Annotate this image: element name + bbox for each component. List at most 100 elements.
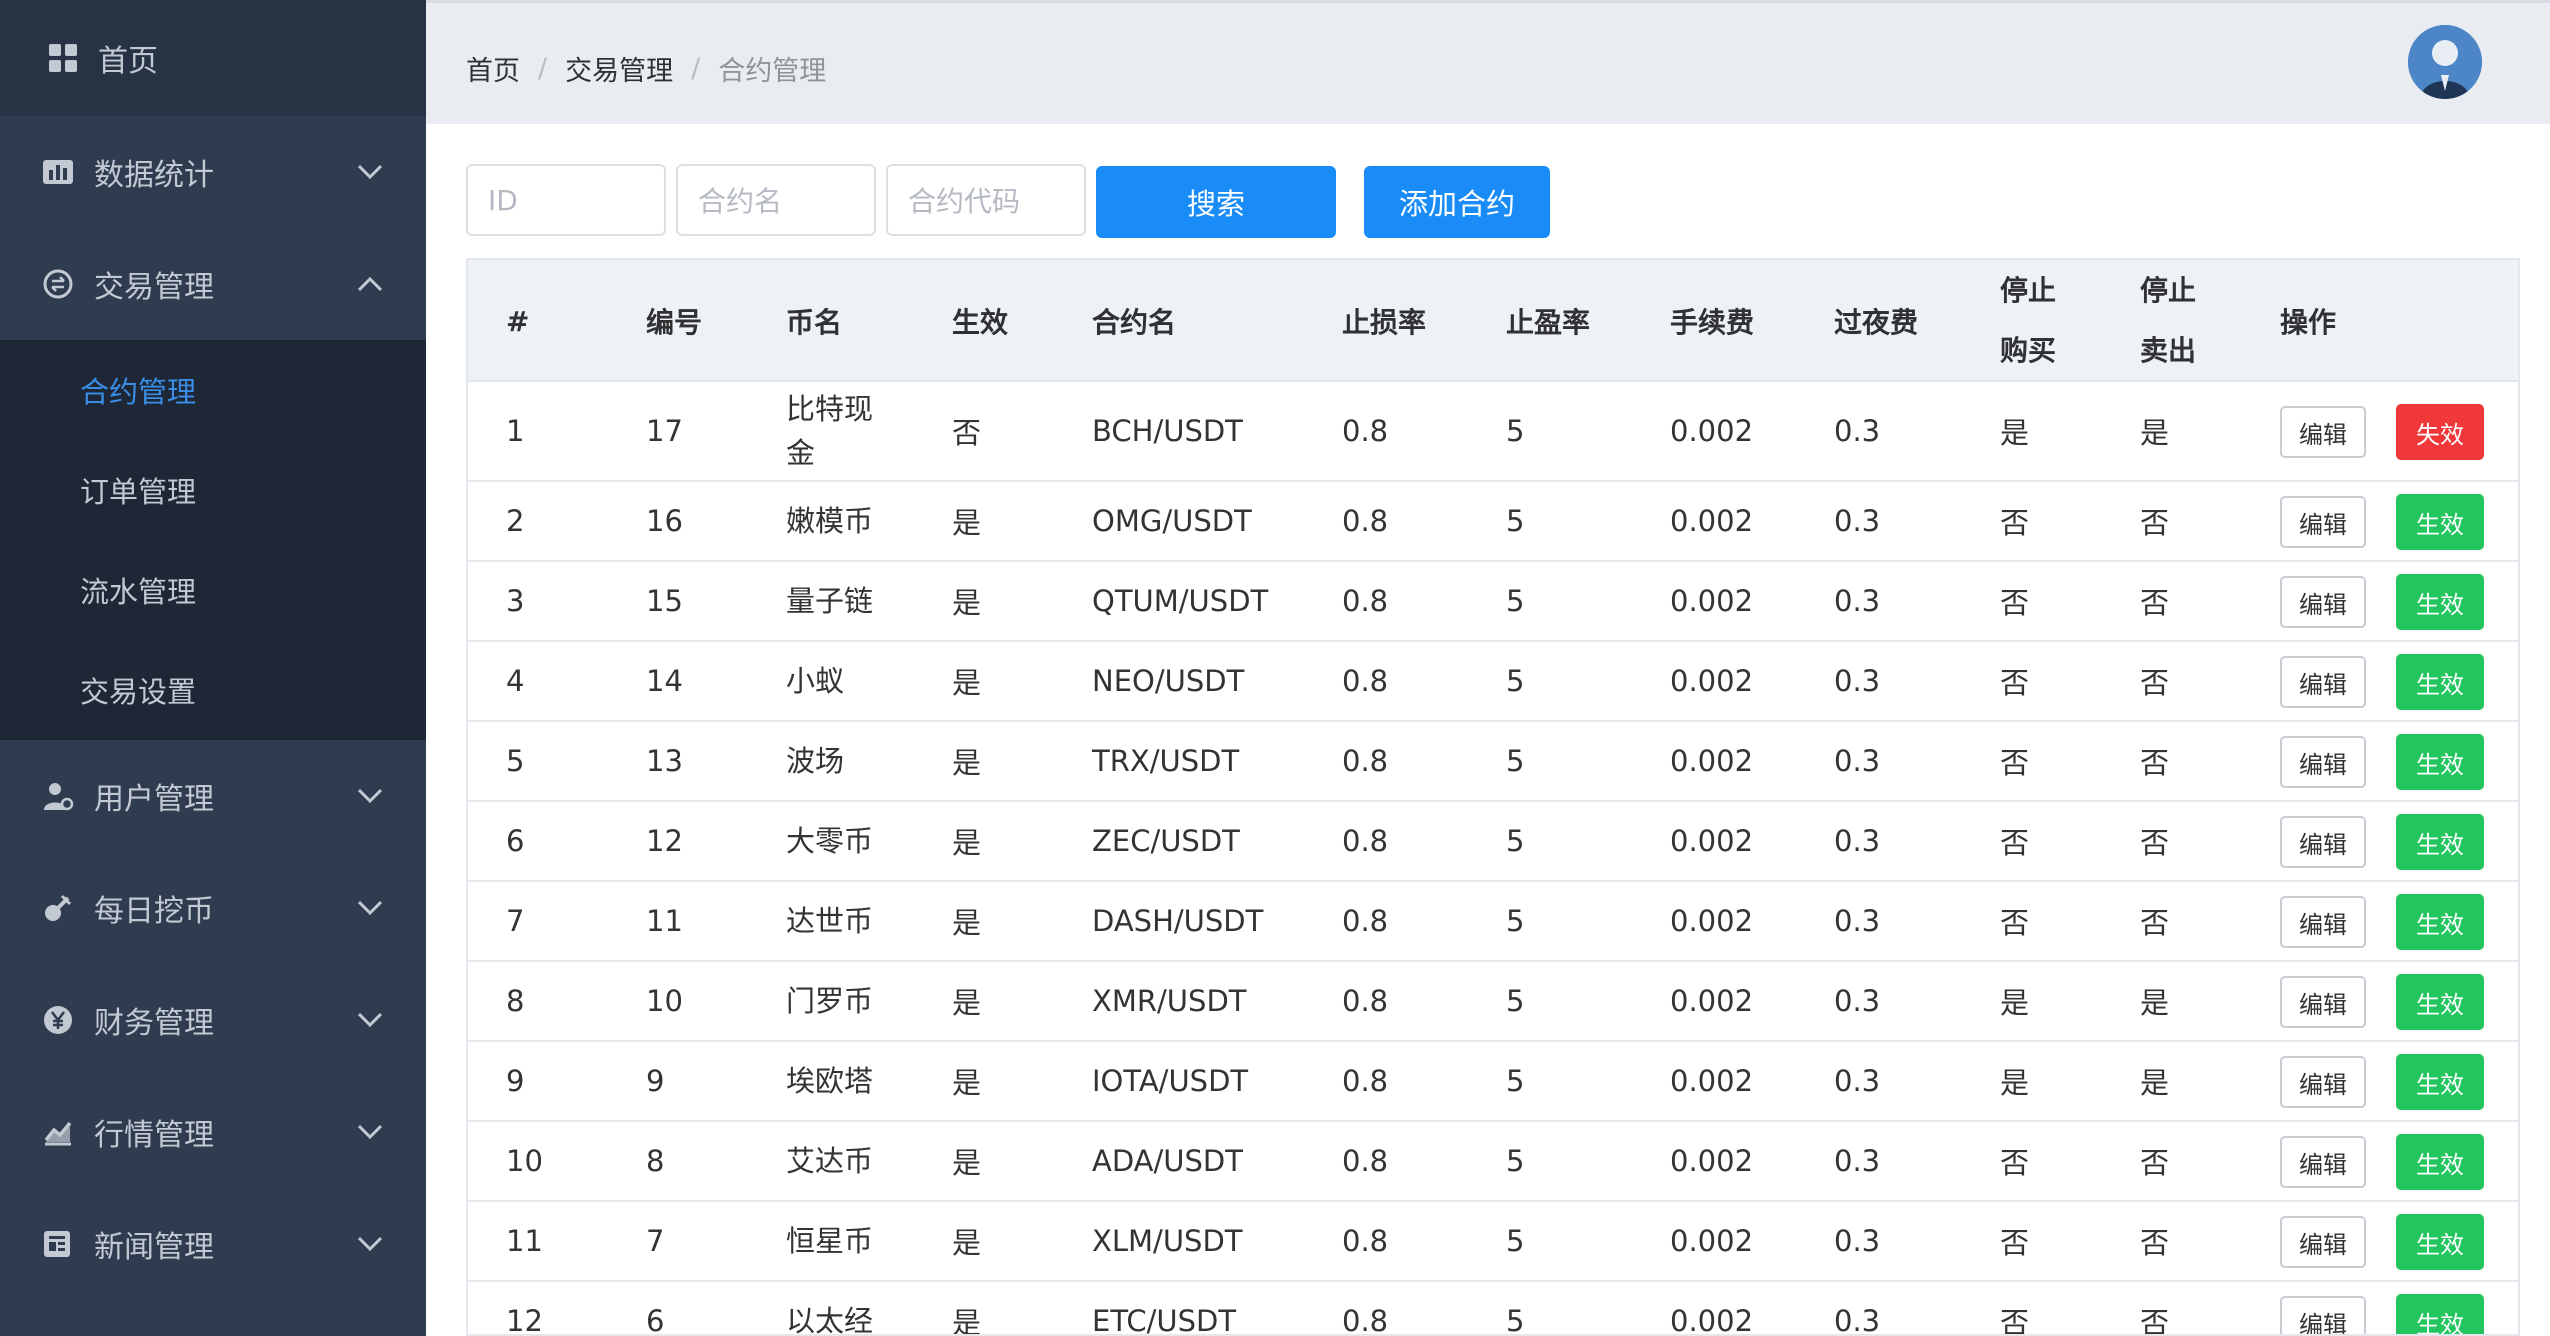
col-header-takeprofit: 止盈率 [1506,306,1591,339]
cell-contract: QTUM/USDT [1092,584,1269,618]
cell-coin: 量子链 [786,562,896,640]
cell-overnight: 0.3 [1834,1064,1881,1098]
sidebar-item-news[interactable]: 新闻管理 [0,1188,426,1300]
edit-button[interactable]: 编辑 [2280,496,2366,548]
contract-name-input[interactable]: 合约名 [676,164,876,236]
status-toggle-button[interactable]: 生效 [2396,1054,2484,1110]
cell-fee: 0.002 [1670,504,1754,538]
status-toggle-button[interactable]: 生效 [2396,1214,2484,1270]
status-toggle-button[interactable]: 生效 [2396,974,2484,1030]
cell-fee: 0.002 [1670,1064,1754,1098]
cell-takeprofit: 5 [1506,504,1525,538]
cell-index: 8 [506,984,525,1018]
status-toggle-button[interactable]: 生效 [2396,1294,2484,1334]
status-toggle-button[interactable]: 失效 [2396,404,2484,460]
status-toggle-button[interactable]: 生效 [2396,654,2484,710]
cell-stop-buy: 否 [2000,826,2030,860]
status-toggle-button[interactable]: 生效 [2396,574,2484,630]
cell-overnight: 0.3 [1834,1224,1881,1258]
add-contract-button[interactable]: 添加合约 [1364,166,1550,238]
cell-coin-line1: 艾达币 [786,1144,874,1178]
cell-stop-buy: 否 [2000,746,2030,780]
edit-button[interactable]: 编辑 [2280,656,2366,708]
col-header-coin: 币名 [786,306,843,339]
table-row: 6 12 是 ZEC/USDT 0.8 5 0.002 0.3 否 否 大零币 编辑 生效 [468,802,2518,882]
table-row: 11 7 是 XLM/USDT 0.8 5 0.002 0.3 否 否 恒星币 编辑 生效 [468,1202,2518,1282]
sidebar-item-stats[interactable]: 数据统计 [0,116,426,228]
cell-fee: 0.002 [1670,744,1754,778]
cell-coin-line1: 嫩模币 [786,504,874,538]
sidebar-item-users[interactable]: 用户管理 [0,740,426,852]
cell-index: 6 [506,824,525,858]
col-header-number: 编号 [646,306,703,339]
edit-button[interactable]: 编辑 [2280,1056,2366,1108]
cell-stoploss: 0.8 [1342,984,1389,1018]
cell-stoploss: 0.8 [1342,1224,1389,1258]
cell-takeprofit: 5 [1506,664,1525,698]
sidebar-item-flow[interactable]: 流水管理 [0,540,426,640]
cell-number: 7 [646,1224,665,1258]
edit-button[interactable]: 编辑 [2280,736,2366,788]
cell-stop-buy: 否 [2000,906,2030,940]
sidebar-item-trade-settings[interactable]: 交易设置 [0,640,426,740]
sidebar-home[interactable]: 首页 [0,0,426,116]
breadcrumb-home[interactable]: 首页 [466,49,520,88]
cell-takeprofit: 5 [1506,824,1525,858]
chevron-down-icon [352,778,388,814]
cell-fee: 0.002 [1670,904,1754,938]
cell-active: 是 [952,1226,982,1260]
bar-chart-icon [40,154,76,190]
edit-button[interactable]: 编辑 [2280,1136,2366,1188]
cell-coin-line1: 达世币 [786,904,874,938]
status-toggle-button[interactable]: 生效 [2396,494,2484,550]
sidebar-item-finance[interactable]: 财务管理 [0,964,426,1076]
status-toggle-button[interactable]: 生效 [2396,814,2484,870]
contract-code-input[interactable]: 合约代码 [886,164,1086,236]
sidebar-item-market[interactable]: 行情管理 [0,1076,426,1188]
cell-number: 14 [646,664,683,698]
search-button[interactable]: 搜索 [1096,166,1336,238]
breadcrumb-separator: / [538,53,548,84]
news-icon [40,1226,76,1262]
cell-active: 是 [952,826,982,860]
table-row: 5 13 是 TRX/USDT 0.8 5 0.002 0.3 否 否 波场 编辑 生效 [468,722,2518,802]
cell-contract: IOTA/USDT [1092,1064,1249,1098]
avatar[interactable] [2408,25,2482,99]
cell-takeprofit: 5 [1506,984,1525,1018]
cell-active: 是 [952,1306,982,1336]
edit-button[interactable]: 编辑 [2280,576,2366,628]
cell-takeprofit: 5 [1506,744,1525,778]
sidebar-item-orders[interactable]: 订单管理 [0,440,426,540]
status-toggle-button[interactable]: 生效 [2396,1134,2484,1190]
sidebar-item-contracts[interactable]: 合约管理 [0,340,426,440]
sidebar-item-mining[interactable]: 每日挖币 [0,852,426,964]
cell-takeprofit: 5 [1506,904,1525,938]
cell-takeprofit: 5 [1506,1144,1525,1178]
cell-coin: 大零币 [786,802,896,880]
sidebar-item-trade[interactable]: 交易管理 [0,228,426,340]
cell-coin: 比特现金 [786,382,896,480]
cell-fee: 0.002 [1670,1304,1754,1336]
status-toggle-button[interactable]: 生效 [2396,734,2484,790]
status-toggle-button[interactable]: 生效 [2396,894,2484,950]
cell-stoploss: 0.8 [1342,1144,1389,1178]
sidebar-item-label: 每日挖币 [94,894,214,929]
cell-stop-sell: 否 [2140,826,2170,860]
cell-coin-line1: 埃欧塔 [786,1064,874,1098]
cell-index: 9 [506,1064,525,1098]
edit-button[interactable]: 编辑 [2280,896,2366,948]
edit-button[interactable]: 编辑 [2280,816,2366,868]
cell-index: 4 [506,664,525,698]
contracts-table: # 编号 币名 生效 合约名 止损率 止盈率 手续费 过夜费 停止 购买 停止 … [466,258,2520,1336]
edit-button[interactable]: 编辑 [2280,406,2366,458]
edit-button[interactable]: 编辑 [2280,976,2366,1028]
edit-button[interactable]: 编辑 [2280,1216,2366,1268]
cell-index: 7 [506,904,525,938]
breadcrumb-trade[interactable]: 交易管理 [565,49,673,88]
edit-button[interactable]: 编辑 [2280,1296,2366,1334]
chevron-down-icon [352,1226,388,1262]
id-input[interactable]: ID [466,164,666,236]
cell-stoploss: 0.8 [1342,744,1389,778]
cell-contract: ETC/USDT [1092,1304,1237,1336]
chevron-down-icon [352,154,388,190]
